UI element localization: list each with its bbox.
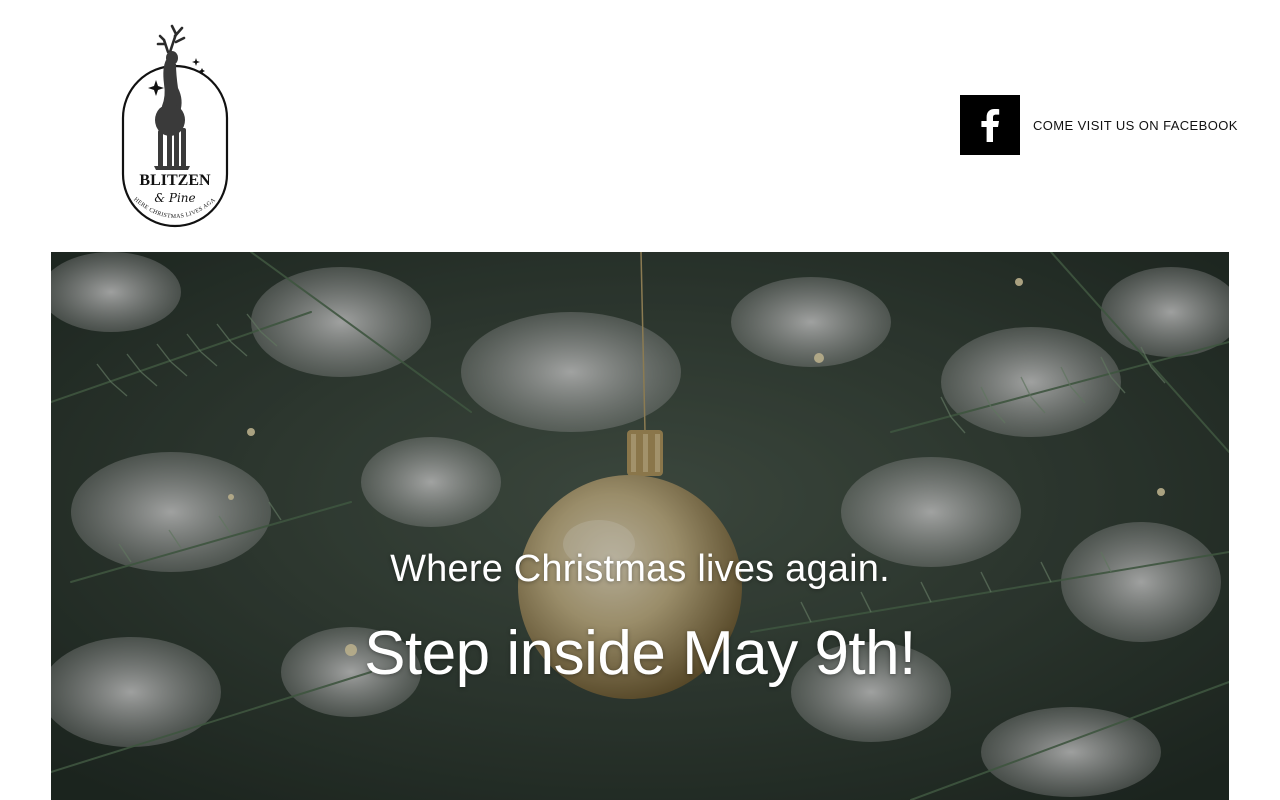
hero-headline: Step inside May 9th! (364, 619, 916, 688)
brand-script-line: & Pine (154, 191, 195, 205)
brand-logo[interactable]: BLITZEN & Pine WHERE CHRISTMAS LIVES AGA… (118, 22, 234, 230)
hero-banner: Where Christmas lives again. Step inside… (51, 252, 1229, 800)
facebook-icon (960, 95, 1020, 155)
brand-wordmark: BLITZEN (139, 172, 211, 189)
facebook-link[interactable]: COME VISIT US ON FACEBOOK (960, 95, 1238, 155)
hero-tagline: Where Christmas lives again. (390, 548, 890, 590)
facebook-link-label: COME VISIT US ON FACEBOOK (1033, 117, 1238, 133)
reindeer-logo-icon: BLITZEN & Pine WHERE CHRISTMAS LIVES AGA… (118, 22, 229, 228)
hero-overlay (51, 252, 1229, 800)
